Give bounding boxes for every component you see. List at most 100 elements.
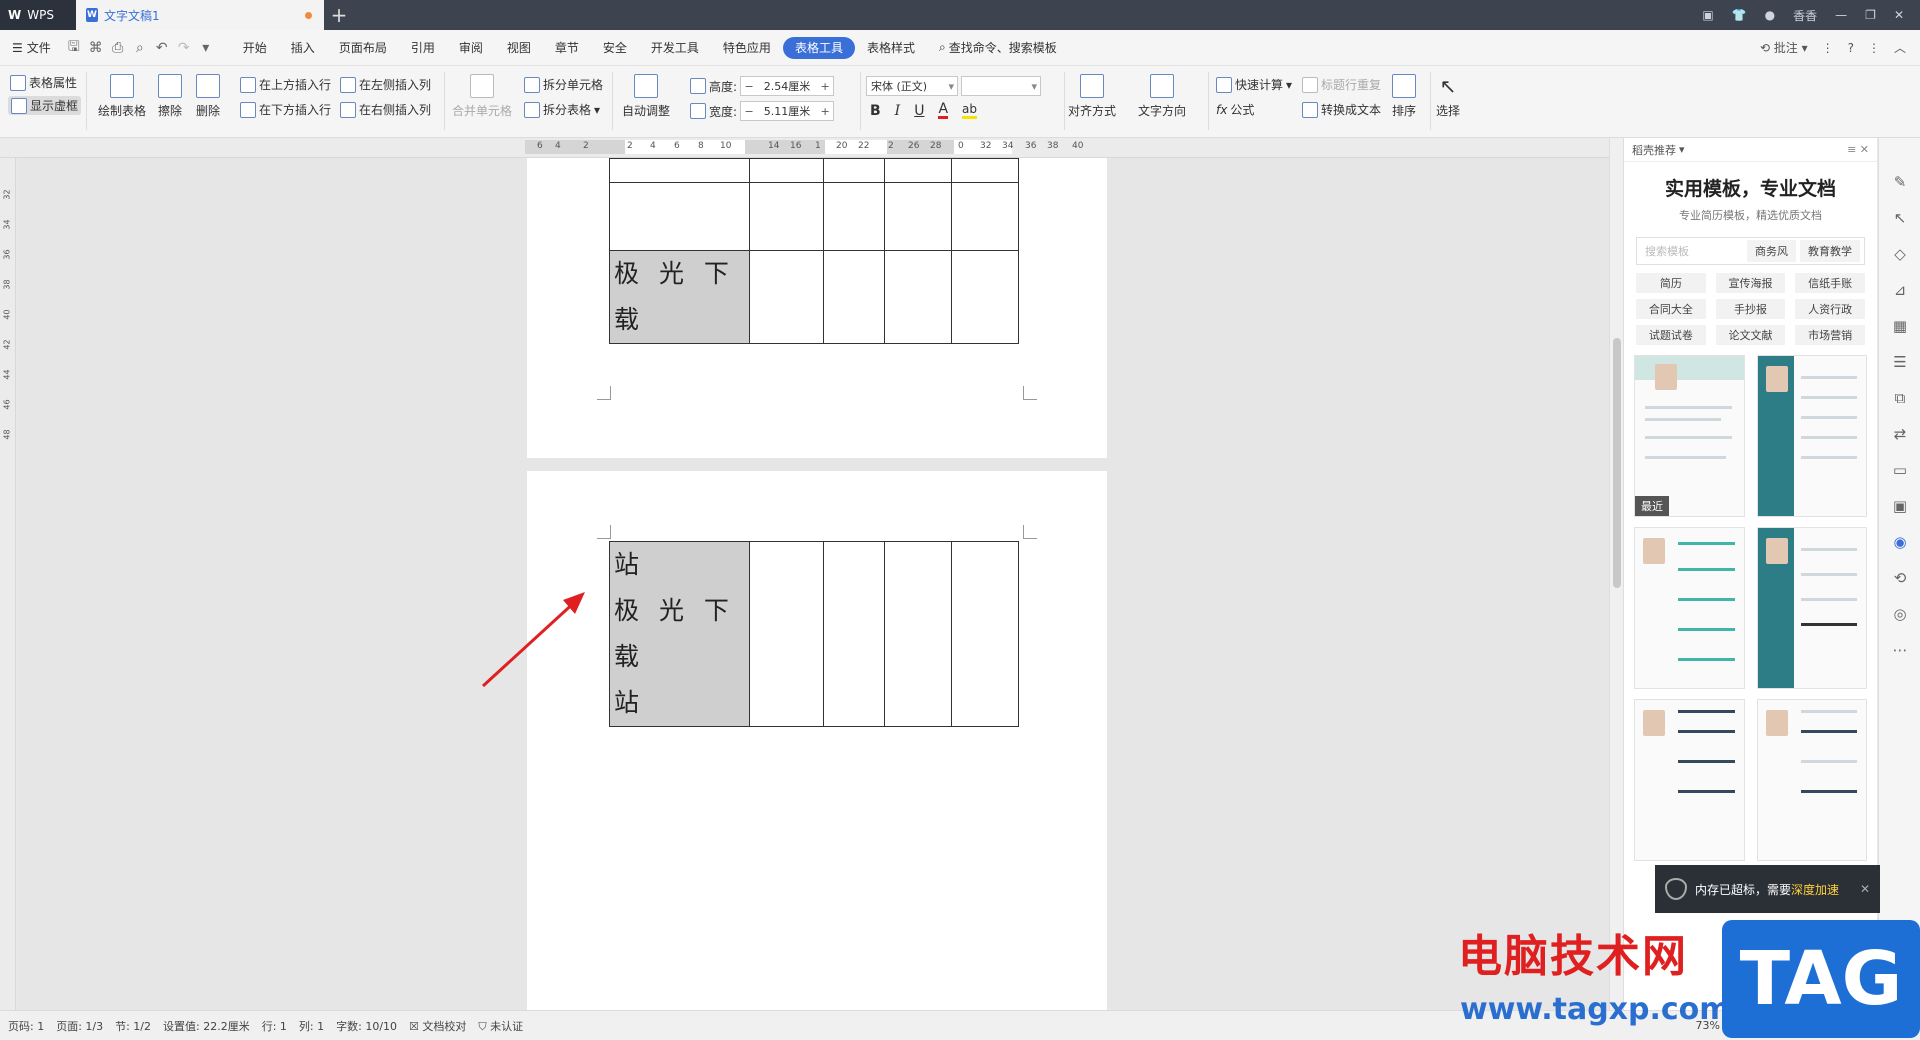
increase-width-icon[interactable]: +: [817, 105, 833, 118]
vertical-ruler[interactable]: 32 34 36 38 40 42 44 46 48: [0, 158, 16, 1010]
template-thumbnail[interactable]: 最近: [1634, 355, 1745, 517]
vertical-scrollbar[interactable]: [1609, 138, 1623, 1010]
insert-row-above-button[interactable]: 在上方插入行: [240, 76, 331, 93]
font-color-icon[interactable]: A: [938, 102, 949, 119]
template-search-input[interactable]: 搜索模板: [1637, 243, 1747, 259]
decrease-height-icon[interactable]: −: [741, 80, 757, 93]
merge-cells-button[interactable]: 合并单元格: [452, 74, 512, 119]
repeat-header-button[interactable]: 标题行重复: [1302, 76, 1381, 93]
wps-app-button[interactable]: W WPS: [0, 0, 76, 30]
menu-review[interactable]: 审阅: [447, 37, 495, 59]
layout-icon[interactable]: ▣: [1702, 8, 1713, 22]
menu-chapter[interactable]: 章节: [543, 37, 591, 59]
bold-icon[interactable]: B: [870, 103, 881, 119]
erase-button[interactable]: 擦除: [158, 74, 182, 119]
category-item[interactable]: 手抄报: [1715, 299, 1786, 319]
table-cell[interactable]: [748, 541, 824, 727]
user-name[interactable]: 香香: [1793, 7, 1817, 24]
highlight-icon[interactable]: ab: [962, 102, 978, 119]
selected-cell[interactable]: 站 极 光 下 载 站: [609, 541, 750, 727]
panel-header-title[interactable]: 稻壳推荐: [1632, 142, 1676, 158]
search-tag[interactable]: 商务风: [1747, 240, 1796, 262]
table-cell[interactable]: [884, 158, 953, 183]
menu-insert[interactable]: 插入: [279, 37, 327, 59]
page1-table[interactable]: 极 光 下 载: [609, 158, 1019, 344]
row-height-input[interactable]: −2.54厘米 +: [740, 76, 835, 96]
font-name-select[interactable]: 宋体 (正文) ▾: [866, 76, 958, 96]
format-painter-icon[interactable]: ⌘: [85, 40, 107, 56]
decrease-width-icon[interactable]: −: [741, 105, 757, 118]
help-circle-icon[interactable]: ◎: [1879, 596, 1920, 632]
template-thumbnail[interactable]: [1634, 699, 1745, 861]
sort-button[interactable]: 排序: [1392, 74, 1416, 119]
more-icon[interactable]: ⋮: [1822, 41, 1834, 55]
user-avatar[interactable]: ●: [1765, 8, 1775, 22]
page-1[interactable]: 极 光 下 载: [527, 158, 1107, 458]
table-cell[interactable]: [748, 250, 824, 344]
template-thumbnail[interactable]: [1756, 355, 1867, 517]
section-indicator[interactable]: 节: 1/2: [115, 1018, 151, 1034]
restore-icon[interactable]: ❐: [1865, 8, 1876, 22]
page-2[interactable]: 站 极 光 下 载 站: [527, 471, 1107, 1010]
menu-page-layout[interactable]: 页面布局: [327, 37, 399, 59]
page-code[interactable]: 页码: 1: [8, 1018, 44, 1034]
auto-fit-button[interactable]: 自动调整: [622, 74, 670, 119]
menu-table-style[interactable]: 表格样式: [855, 37, 927, 59]
convert-to-text-button[interactable]: 转换成文本: [1302, 101, 1381, 118]
deep-accelerate-link[interactable]: 深度加速: [1791, 881, 1839, 898]
table-cell[interactable]: [822, 541, 886, 727]
template-search[interactable]: 搜索模板 商务风 教育教学: [1636, 237, 1865, 265]
delete-button[interactable]: 删除: [196, 74, 220, 119]
settings-icon[interactable]: ☰: [1879, 344, 1920, 380]
proofread-button[interactable]: ☒ 文档校对: [409, 1018, 466, 1034]
document-canvas[interactable]: 极 光 下 载 站 极 光 下 载 站: [17, 158, 1609, 1010]
col-width-input[interactable]: −5.11厘米 +: [740, 101, 835, 121]
template-thumbnail[interactable]: [1756, 527, 1867, 689]
category-item[interactable]: 试题试卷: [1636, 325, 1706, 345]
horizontal-ruler[interactable]: 6 4 2 2 4 6 8 10 14 16 1 20 22 2 26 28 0 32 34 36 38 40: [0, 138, 1612, 158]
category-item[interactable]: 合同大全: [1636, 299, 1706, 319]
table-cell[interactable]: [822, 182, 886, 251]
italic-icon[interactable]: I: [895, 103, 901, 119]
increase-height-icon[interactable]: +: [817, 80, 833, 93]
file-menu[interactable]: ☰ 文件: [0, 37, 63, 59]
col-indicator[interactable]: 列: 1: [299, 1018, 324, 1034]
draw-table-button[interactable]: 绘制表格: [98, 74, 146, 119]
table-cell[interactable]: [951, 541, 1019, 727]
more-vert-icon[interactable]: ⋮: [1868, 41, 1880, 55]
help-icon[interactable]: ?: [1848, 41, 1854, 55]
template-thumbnail[interactable]: [1634, 527, 1745, 689]
menu-developer[interactable]: 开发工具: [639, 37, 711, 59]
table-cell[interactable]: [951, 250, 1019, 344]
font-size-select[interactable]: ▾: [961, 76, 1041, 96]
show-gridlines-button[interactable]: 显示虚框: [8, 96, 82, 115]
menu-reference[interactable]: 引用: [399, 37, 447, 59]
insert-col-right-button[interactable]: 在右侧插入列: [340, 101, 431, 118]
table-cell[interactable]: [884, 182, 953, 251]
history-icon[interactable]: ⟲: [1879, 560, 1920, 596]
menu-special-apps[interactable]: 特色应用: [711, 37, 783, 59]
row-indicator[interactable]: 行: 1: [262, 1018, 287, 1034]
box-icon[interactable]: ▭: [1879, 452, 1920, 488]
skin-icon[interactable]: 👕: [1732, 8, 1747, 22]
minimize-icon[interactable]: —: [1835, 8, 1847, 22]
table-properties-button[interactable]: 表格属性: [10, 74, 77, 91]
scrollbar-thumb[interactable]: [1613, 338, 1621, 588]
table-cell[interactable]: [748, 158, 824, 183]
new-tab-button[interactable]: +: [324, 0, 354, 30]
selected-cell[interactable]: 极 光 下 载: [609, 250, 750, 344]
table-icon[interactable]: ▦: [1879, 308, 1920, 344]
notification-close-icon[interactable]: ✕: [1860, 882, 1870, 896]
quick-calc-button[interactable]: 快速计算 ▾: [1216, 76, 1292, 93]
page-indicator[interactable]: 页面: 1/3: [56, 1018, 103, 1034]
command-search[interactable]: ⌕ 查找命令、搜索模板: [927, 37, 1069, 59]
table-cell[interactable]: [748, 182, 824, 251]
word-count[interactable]: 字数: 10/10: [336, 1018, 397, 1034]
undo-icon[interactable]: ↶: [151, 40, 173, 56]
collapse-ribbon-icon[interactable]: ︿: [1894, 39, 1906, 56]
underline-icon[interactable]: U: [914, 103, 924, 119]
category-item[interactable]: 简历: [1636, 273, 1706, 293]
align-button[interactable]: 对齐方式: [1068, 74, 1116, 119]
save-icon[interactable]: 🖫: [63, 36, 85, 60]
more-horizontal-icon[interactable]: ⋯: [1879, 632, 1920, 668]
